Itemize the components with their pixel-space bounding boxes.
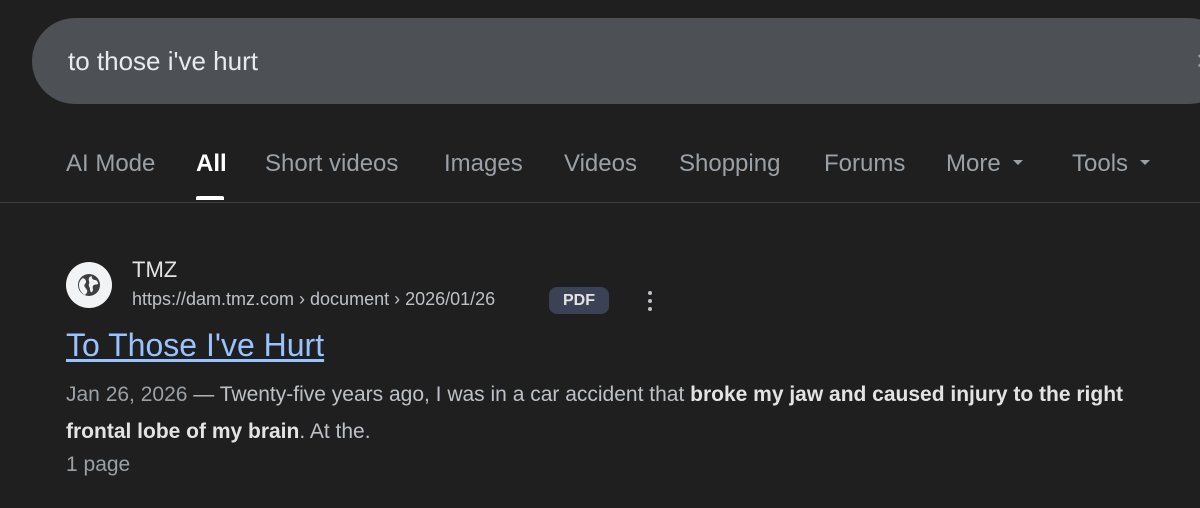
search-results-page: × AI Mode All Short videos Images Videos… bbox=[0, 0, 1200, 508]
result-url[interactable]: https://dam.tmz.com › document › 2026/01… bbox=[132, 289, 495, 310]
tools-label: Tools bbox=[1072, 150, 1129, 177]
tab-ai-mode[interactable]: AI Mode bbox=[66, 150, 155, 178]
kebab-dot bbox=[648, 307, 652, 311]
snippet-separator: — bbox=[187, 383, 220, 406]
tab-all[interactable]: All bbox=[196, 150, 227, 178]
tab-images[interactable]: Images bbox=[444, 150, 523, 178]
clear-icon[interactable]: × bbox=[1196, 46, 1200, 76]
snippet-text: Twenty-five years ago, I was in a car ac… bbox=[219, 383, 691, 406]
search-tabs: AI Mode All Short videos Images Videos S… bbox=[0, 140, 1200, 202]
tabs-divider bbox=[0, 202, 1200, 203]
tab-more[interactable]: More bbox=[946, 150, 1023, 178]
search-input[interactable] bbox=[68, 18, 1168, 104]
chevron-down-icon bbox=[1140, 160, 1151, 166]
result-date: Jan 26, 2026 bbox=[66, 383, 188, 406]
search-box[interactable]: × bbox=[32, 18, 1200, 104]
tools-button[interactable]: Tools bbox=[1072, 150, 1151, 178]
kebab-dot bbox=[648, 291, 652, 295]
globe-icon bbox=[78, 274, 100, 296]
tab-forums[interactable]: Forums bbox=[824, 150, 905, 178]
chevron-down-icon bbox=[1012, 160, 1023, 166]
tab-shopping[interactable]: Shopping bbox=[679, 150, 780, 178]
tab-short-videos[interactable]: Short videos bbox=[265, 150, 398, 178]
file-type-badge: PDF bbox=[549, 287, 609, 314]
tab-videos[interactable]: Videos bbox=[564, 150, 637, 178]
result-title-link[interactable]: To Those I've Hurt bbox=[66, 327, 324, 364]
site-favicon[interactable] bbox=[66, 262, 112, 308]
tab-more-label: More bbox=[946, 150, 1001, 177]
active-tab-indicator bbox=[196, 196, 224, 200]
snippet-text-end: . At the. bbox=[299, 420, 371, 443]
site-name[interactable]: TMZ bbox=[132, 257, 177, 283]
more-options-icon[interactable] bbox=[640, 288, 660, 314]
result-snippet: Jan 26, 2026 — Twenty-five years ago, I … bbox=[66, 376, 1176, 450]
page-count: 1 page bbox=[66, 453, 131, 476]
kebab-dot bbox=[648, 299, 652, 303]
